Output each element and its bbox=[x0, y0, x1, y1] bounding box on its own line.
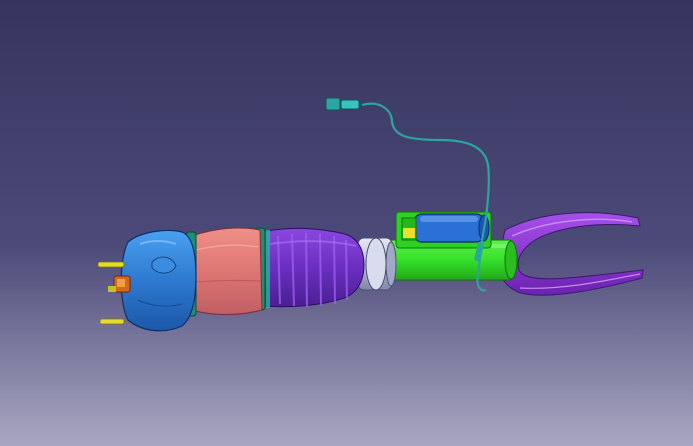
assembly-render[interactable] bbox=[0, 0, 693, 446]
ribbed-sleeve[interactable] bbox=[254, 227, 365, 311]
top-mount-cap[interactable] bbox=[113, 229, 197, 332]
valve-unit[interactable] bbox=[401, 213, 490, 243]
air-spring-bellows[interactable] bbox=[185, 227, 263, 317]
cad-viewport[interactable] bbox=[0, 0, 693, 446]
